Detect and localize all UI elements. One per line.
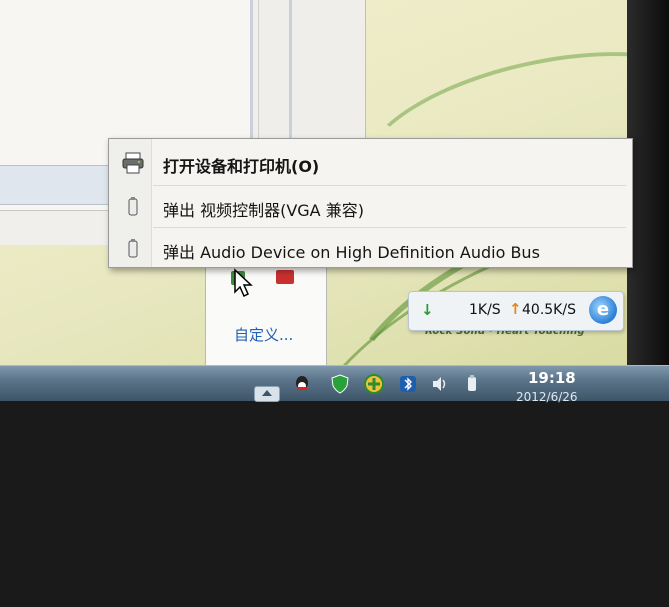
- menu-item-open-devices-printers[interactable]: 打开设备和打印机(O): [109, 143, 632, 183]
- qq-icon[interactable]: [292, 374, 312, 394]
- download-speed: 1K/S: [469, 302, 501, 318]
- taskbar-date[interactable]: 2012/6/26: [516, 390, 578, 404]
- customize-link[interactable]: 自定义...: [234, 324, 293, 345]
- menu-separator: [153, 185, 626, 186]
- menu-item-label: 弹出 Audio Device on High Definition Audio…: [163, 243, 540, 262]
- ie-icon[interactable]: e: [589, 296, 617, 324]
- security-shield-icon[interactable]: [330, 374, 350, 394]
- volume-icon[interactable]: [430, 374, 450, 394]
- usb-device-icon: [121, 237, 145, 261]
- bluetooth-icon[interactable]: [398, 374, 418, 394]
- context-menu: 打开设备和打印机(O) 弹出 视频控制器(VGA 兼容) 弹出 Audio De…: [108, 138, 633, 268]
- plus-icon[interactable]: [364, 374, 384, 394]
- overflow-tray-icon[interactable]: [276, 270, 294, 284]
- upload-speed: 40.5K/S: [522, 302, 576, 318]
- usb-icon[interactable]: [462, 374, 482, 394]
- taskbar-clock[interactable]: 19:18: [528, 369, 576, 387]
- menu-item-eject-audio-device[interactable]: 弹出 Audio Device on High Definition Audio…: [109, 229, 632, 269]
- taskbar: 19:18 2012/6/26: [0, 365, 669, 404]
- monitor-bezel: [627, 0, 669, 400]
- mouse-cursor-icon: [233, 268, 255, 302]
- printer-icon: [121, 151, 145, 175]
- upload-arrow-icon: ↑: [509, 300, 522, 318]
- menu-separator: [153, 227, 626, 228]
- menu-item-label: 弹出 视频控制器(VGA 兼容): [163, 201, 364, 220]
- network-speed-meter[interactable]: ↓ 1K/S ↑ 40.5K/S e: [408, 291, 624, 331]
- usb-device-icon: [121, 195, 145, 219]
- menu-item-eject-vga[interactable]: 弹出 视频控制器(VGA 兼容): [109, 187, 632, 227]
- download-arrow-icon: ↓: [421, 301, 434, 319]
- menu-item-label: 打开设备和打印机(O): [163, 157, 320, 176]
